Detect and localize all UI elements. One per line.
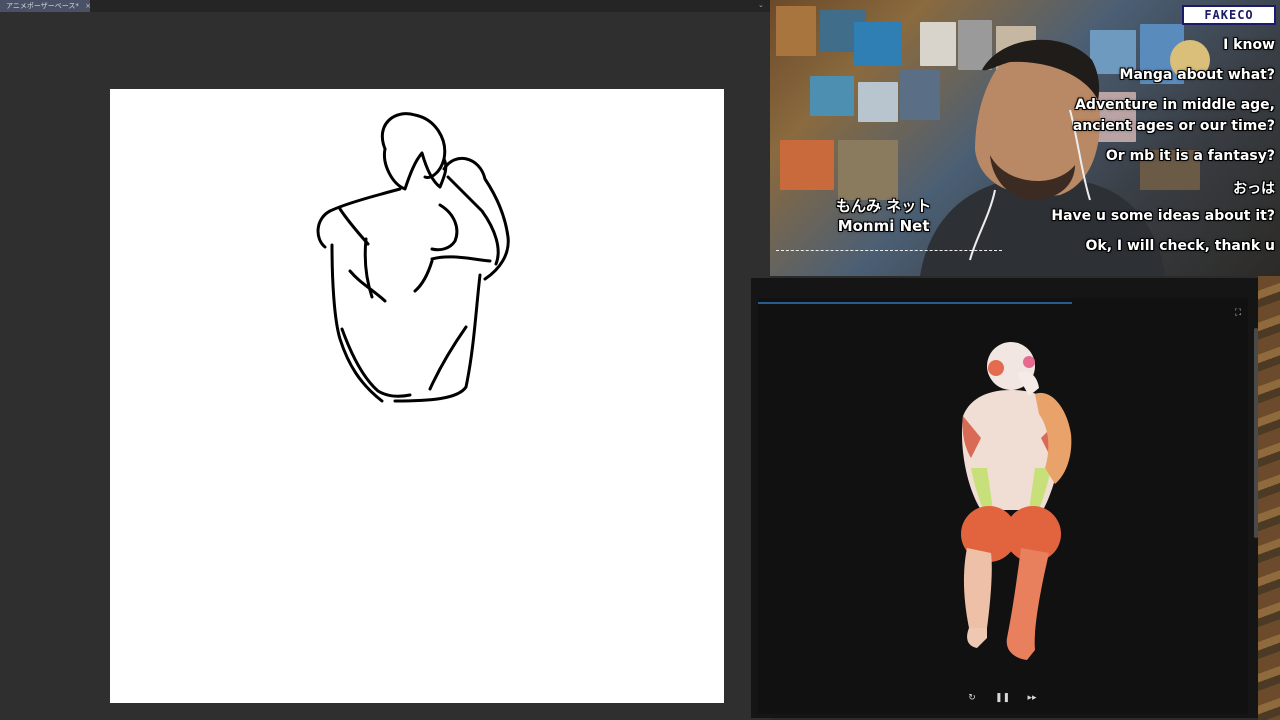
chat-message: Ok, I will check, thank u xyxy=(1085,238,1275,254)
drawing-app-window: アニメポーザーベース* × ⌄ xyxy=(0,0,770,720)
chat-message: I know xyxy=(1223,37,1275,53)
fullscreen-icon[interactable]: ⛶ xyxy=(1233,308,1243,318)
chat-message: Manga about what? xyxy=(1119,67,1275,83)
chat-message: おっは xyxy=(1233,181,1275,197)
document-tab-title: アニメポーザーベース* xyxy=(6,2,79,10)
document-tab[interactable]: アニメポーザーベース* × xyxy=(0,0,90,12)
anatomy-viewer-panel: ⛶ ↻ ❚❚ ▸▸ xyxy=(751,278,1258,718)
chat-message: Have u some ideas about it? xyxy=(1051,208,1275,224)
viewer-scrollbar[interactable] xyxy=(1254,328,1258,538)
fast-forward-icon[interactable]: ▸▸ xyxy=(1025,691,1039,705)
pause-icon[interactable]: ❚❚ xyxy=(995,691,1010,705)
chat-message: ancient ages or our time? xyxy=(1072,118,1275,134)
brand-logo-text: FAKECO xyxy=(1204,8,1254,22)
chat-message: Or mb it is a fantasy? xyxy=(1105,148,1275,164)
brand-logo: FAKECO xyxy=(1182,5,1276,25)
channel-name-en: Monmi Net xyxy=(837,217,930,235)
channel-name-label: もんみ ネット Monmi Net xyxy=(836,196,931,236)
channel-name-jp: もんみ ネット xyxy=(836,197,932,215)
chat-message: Adventure in middle age, xyxy=(1075,97,1275,113)
playback-controls: ↻ ❚❚ ▸▸ xyxy=(965,691,1039,705)
canvas-workspace[interactable] xyxy=(0,12,770,720)
muscle-model-3d[interactable] xyxy=(931,338,1091,668)
close-tab-icon[interactable]: × xyxy=(85,2,90,10)
decorative-border xyxy=(1258,276,1280,720)
playback-progress-bar[interactable] xyxy=(758,302,1072,304)
tab-menu-chevron-icon[interactable]: ⌄ xyxy=(758,0,764,10)
drawing-canvas[interactable] xyxy=(110,89,724,703)
document-tab-bar: アニメポーザーベース* × ⌄ xyxy=(0,0,770,12)
separator-line xyxy=(776,250,1002,251)
replay-icon[interactable]: ↻ xyxy=(965,691,979,705)
sketch-strokes xyxy=(316,112,510,403)
